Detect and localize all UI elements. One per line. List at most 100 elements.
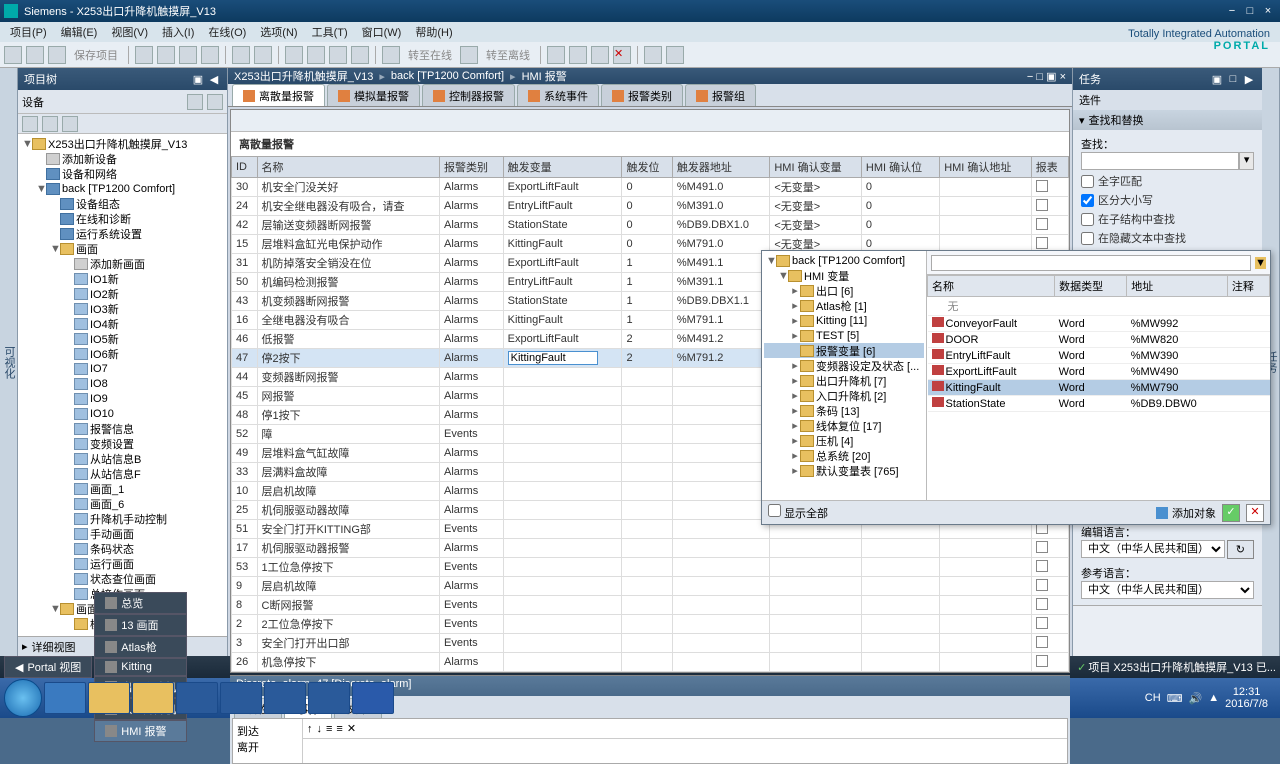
tree-item[interactable]: IO9 xyxy=(18,391,227,406)
find-input[interactable] xyxy=(1081,152,1239,170)
action-down-icon[interactable]: ↓ xyxy=(317,723,323,735)
tree-item[interactable]: 报警信息 xyxy=(18,421,227,436)
tree-nav2-icon[interactable] xyxy=(42,116,58,132)
tree-nav3-icon[interactable] xyxy=(62,116,78,132)
popup-tree-item[interactable]: ▸压机 [4] xyxy=(764,433,924,448)
taskbar-app-6[interactable] xyxy=(264,682,306,714)
popup-tree-item[interactable]: ▸出口 [6] xyxy=(764,283,924,298)
popup-tree-item[interactable]: ▼back [TP1200 Comfort] xyxy=(764,253,924,268)
popup-tree-item[interactable]: ▸Atlas枪 [1] xyxy=(764,298,924,313)
new-project-icon[interactable] xyxy=(4,46,22,64)
popup-ok-button[interactable]: ✓ xyxy=(1222,504,1240,522)
statusbar-item[interactable]: 总览 xyxy=(94,592,187,614)
tree-item[interactable]: 在线和诊断 xyxy=(18,211,227,226)
opt-whole-word[interactable]: 全字匹配 xyxy=(1081,173,1254,189)
show-all-checkbox[interactable]: 显示全部 xyxy=(768,504,828,521)
menu-item[interactable]: 帮助(H) xyxy=(409,22,458,42)
detail-view-label[interactable]: 详细视图 xyxy=(32,639,76,655)
tree-item[interactable]: 变频设置 xyxy=(18,436,227,451)
edit-lang-select[interactable]: 中文（中华人民共和国） xyxy=(1081,540,1225,558)
compile-icon[interactable] xyxy=(329,46,347,64)
cut-icon[interactable] xyxy=(135,46,153,64)
popup-tree-item[interactable]: 报警变量 [6] xyxy=(764,343,924,358)
tree-item[interactable]: IO10 xyxy=(18,406,227,421)
portal-view-button[interactable]: ◀ Portal 视图 xyxy=(4,656,92,678)
tree-nav1-icon[interactable] xyxy=(22,116,38,132)
tree-item[interactable]: 设备组态 xyxy=(18,196,227,211)
find-dropdown-icon[interactable]: ▾ xyxy=(1239,152,1254,170)
menu-item[interactable]: 视图(V) xyxy=(105,22,154,42)
split2-icon[interactable] xyxy=(666,46,684,64)
editor-min-icon[interactable]: − xyxy=(1027,71,1033,83)
editor-max-icon[interactable]: □ xyxy=(1036,71,1043,83)
lang-refresh-icon[interactable]: ↻ xyxy=(1227,540,1254,559)
tree-item[interactable]: IO2新 xyxy=(18,286,227,301)
maximize-button[interactable]: □ xyxy=(1242,5,1258,17)
popup-tree-item[interactable]: ▸线体复位 [17] xyxy=(764,418,924,433)
opt-substruct[interactable]: 在子结构中查找 xyxy=(1081,211,1254,227)
popup-tree-item[interactable]: ▸总系统 [20] xyxy=(764,448,924,463)
clock-date[interactable]: 2016/7/8 xyxy=(1225,698,1268,710)
popup-tree-item[interactable]: ▸出口升降机 [7] xyxy=(764,373,924,388)
editor-restore-icon[interactable]: ▣ xyxy=(1046,71,1056,83)
clock-time[interactable]: 12:31 xyxy=(1225,686,1268,698)
popup-tree-item[interactable]: ▸默认变量表 [765] xyxy=(764,463,924,478)
event-leave[interactable]: 离开 xyxy=(237,739,298,755)
statusbar-item[interactable]: Kitting xyxy=(94,658,187,676)
taskbar-app-explorer[interactable] xyxy=(88,682,130,714)
find-replace-header[interactable]: ▾查找和替换 xyxy=(1073,110,1262,130)
save-icon[interactable] xyxy=(48,46,66,64)
action-delete-icon[interactable]: ✕ xyxy=(347,722,356,735)
tree-item[interactable]: 从站信息B xyxy=(18,451,227,466)
tree-item[interactable]: 从站信息F xyxy=(18,466,227,481)
menu-item[interactable]: 编辑(E) xyxy=(55,22,104,42)
popup-filter-icon[interactable]: ▼ xyxy=(1255,257,1266,269)
copy-icon[interactable] xyxy=(157,46,175,64)
start-button[interactable] xyxy=(4,679,42,717)
tree-item[interactable]: 运行画面 xyxy=(18,556,227,571)
tray-flag-icon[interactable]: ▲ xyxy=(1208,692,1219,704)
taskbar-app-ie[interactable] xyxy=(44,682,86,714)
tasks-collapse-icon[interactable]: ▶ xyxy=(1242,73,1256,86)
close-button[interactable]: × xyxy=(1260,5,1276,17)
add-object-button[interactable]: 添加对象 xyxy=(1156,505,1216,521)
tree-tool2-icon[interactable] xyxy=(207,94,223,110)
split-icon[interactable] xyxy=(644,46,662,64)
action-list-icon[interactable]: ≡ xyxy=(326,723,332,735)
delete-icon[interactable] xyxy=(201,46,219,64)
popup-tree-item[interactable]: ▼HMI 变量 xyxy=(764,268,924,283)
taskbar-app-word[interactable] xyxy=(352,682,394,714)
panel-collapse-icon[interactable]: ◀ xyxy=(207,73,221,86)
statusbar-item[interactable]: HMI 报警 xyxy=(94,720,187,742)
tree-item[interactable]: 手动画面 xyxy=(18,526,227,541)
statusbar-item[interactable]: Atlas枪 xyxy=(94,636,187,658)
tool-icon[interactable] xyxy=(547,46,565,64)
statusbar-item[interactable]: 13 画面 xyxy=(94,614,187,636)
tree-item[interactable]: IO1新 xyxy=(18,271,227,286)
tree-item[interactable]: 运行系统设置 xyxy=(18,226,227,241)
panel-pin-icon[interactable]: ▣ xyxy=(191,73,205,86)
taskbar-app-5[interactable] xyxy=(220,682,262,714)
stop-icon[interactable]: ✕ xyxy=(613,46,631,64)
taskbar-app-folder[interactable] xyxy=(132,682,174,714)
menu-item[interactable]: 选项(N) xyxy=(254,22,303,42)
editor-tab[interactable]: 模拟量报警 xyxy=(327,84,420,106)
tasks-pin-icon[interactable]: ▣ xyxy=(1210,73,1224,86)
event-arrive[interactable]: 到达 xyxy=(237,723,298,739)
tree-item[interactable]: 画面_1 xyxy=(18,481,227,496)
tree-tool-icon[interactable] xyxy=(187,94,203,110)
tree-item[interactable]: IO6新 xyxy=(18,346,227,361)
menu-item[interactable]: 窗口(W) xyxy=(356,22,408,42)
tree-item[interactable]: IO8 xyxy=(18,376,227,391)
opt-hidden[interactable]: 在隐藏文本中查找 xyxy=(1081,230,1254,246)
popup-tree-item[interactable]: ▸TEST [5] xyxy=(764,328,924,343)
open-project-icon[interactable] xyxy=(26,46,44,64)
tray-kb-icon[interactable]: ⌨ xyxy=(1167,692,1183,705)
simulate-icon[interactable] xyxy=(351,46,369,64)
tree-item[interactable]: ▼X253出口升降机触摸屏_V13 xyxy=(18,136,227,151)
opt-case[interactable]: 区分大小写 xyxy=(1081,192,1254,208)
tree-item[interactable]: 添加新设备 xyxy=(18,151,227,166)
tree-item[interactable]: ▼back [TP1200 Comfort] xyxy=(18,181,227,196)
tree-item[interactable]: IO5新 xyxy=(18,331,227,346)
popup-tree-item[interactable]: ▸Kitting [11] xyxy=(764,313,924,328)
